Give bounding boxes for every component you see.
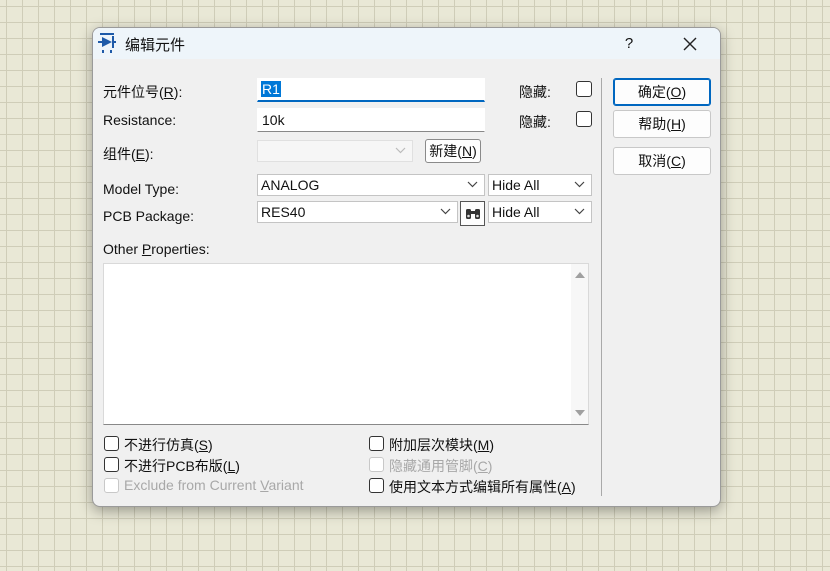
no-simulate-label: 不进行仿真(S) <box>124 437 213 453</box>
resistance-input[interactable]: 10k <box>257 108 485 132</box>
edit-component-dialog: 编辑元件 ? 元件位号(R): R1 隐藏: Resistance: 10k 隐… <box>92 27 721 507</box>
title-bar: 编辑元件 ? <box>93 28 720 59</box>
text-edit-checkbox[interactable] <box>369 478 384 493</box>
resistance-label: Resistance: <box>103 112 177 128</box>
scroll-up-icon[interactable] <box>575 272 585 278</box>
chevron-down-icon <box>574 181 585 188</box>
pcb-package-label: PCB Package: <box>103 208 195 224</box>
chevron-down-icon <box>467 181 478 188</box>
text-edit-label: 使用文本方式编辑所有属性(A) <box>389 479 576 495</box>
resistance-hidden-checkbox[interactable] <box>576 111 592 127</box>
chevron-down-icon <box>440 208 451 215</box>
ref-input[interactable]: R1 <box>257 78 485 102</box>
close-icon <box>683 37 697 51</box>
help-button[interactable]: 帮助(H) <box>613 110 711 138</box>
vertical-separator <box>601 78 602 496</box>
chevron-down-icon <box>574 208 585 215</box>
ref-label: 元件位号(R): <box>103 84 183 100</box>
cancel-button[interactable]: 取消(C) <box>613 147 711 175</box>
pcb-package-hide-value: Hide All <box>492 204 540 220</box>
model-type-hide-value: Hide All <box>492 177 540 193</box>
model-type-label: Model Type: <box>103 181 180 197</box>
component-icon <box>98 33 116 53</box>
exclude-variant-checkbox[interactable] <box>104 478 119 493</box>
ref-hidden-label: 隐藏: <box>519 84 551 100</box>
other-properties-label: Other Properties: <box>103 241 210 257</box>
attach-hierarchy-checkbox[interactable] <box>369 436 384 451</box>
no-simulate-checkbox[interactable] <box>104 436 119 451</box>
model-type-combo[interactable]: ANALOG <box>257 174 485 196</box>
new-part-button[interactable]: 新建(N) <box>425 139 481 163</box>
hide-common-pins-label: 隐藏通用管脚(C) <box>389 458 493 474</box>
resistance-input-value: 10k <box>262 112 285 128</box>
scroll-down-icon[interactable] <box>575 410 585 416</box>
ref-input-value: R1 <box>261 81 281 97</box>
help-title-button[interactable]: ? <box>615 31 643 57</box>
vertical-scrollbar[interactable] <box>571 264 588 424</box>
pcb-package-hide-combo[interactable]: Hide All <box>488 201 592 223</box>
attach-hierarchy-label: 附加层次模块(M) <box>389 437 495 453</box>
pcb-package-combo[interactable]: RES40 <box>257 201 458 223</box>
close-button[interactable] <box>673 31 707 57</box>
ref-hidden-checkbox[interactable] <box>576 81 592 97</box>
ok-button[interactable]: 确定(O) <box>613 78 711 106</box>
binoculars-icon <box>465 209 480 219</box>
dialog-title: 编辑元件 <box>125 37 186 54</box>
chevron-down-icon <box>395 147 406 154</box>
exclude-variant-label: Exclude from Current Variant <box>124 477 304 493</box>
no-pcb-label: 不进行PCB布版(L) <box>124 458 240 474</box>
other-properties-textarea[interactable] <box>103 263 589 425</box>
pcb-package-value: RES40 <box>261 204 306 220</box>
resistance-hidden-label: 隐藏: <box>519 114 551 130</box>
browse-package-button[interactable] <box>460 201 485 226</box>
model-type-hide-combo[interactable]: Hide All <box>488 174 592 196</box>
no-pcb-checkbox[interactable] <box>104 457 119 472</box>
model-type-value: ANALOG <box>261 177 320 193</box>
part-combo[interactable] <box>257 140 413 162</box>
hide-common-pins-checkbox[interactable] <box>369 457 384 472</box>
part-label: 组件(E): <box>103 146 154 162</box>
